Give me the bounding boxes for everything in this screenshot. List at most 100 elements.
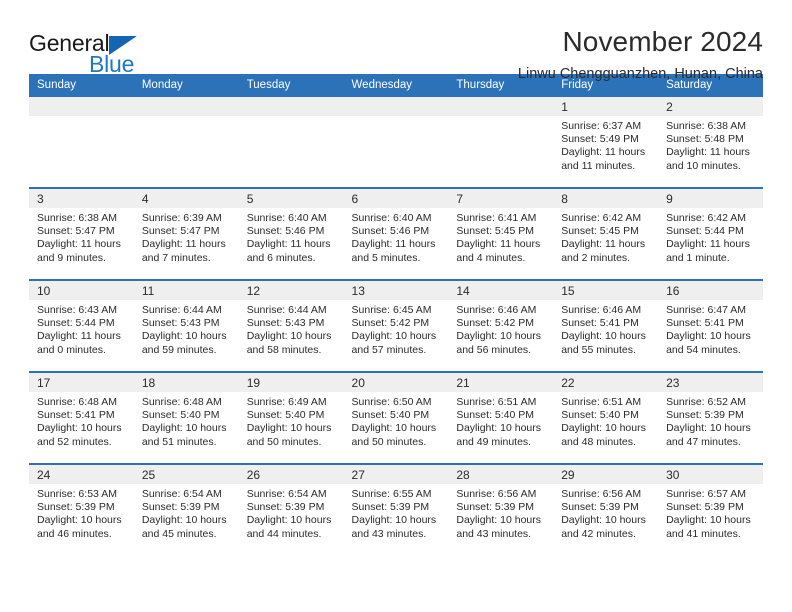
brand-logo[interactable]: General Blue	[29, 26, 179, 78]
day-number: 3	[29, 189, 134, 208]
page-header: General Blue November 2024 Linwu Chenggu…	[29, 0, 763, 83]
sunrise-text: Sunrise: 6:48 AM	[141, 396, 222, 408]
sunrise-text: Sunrise: 6:38 AM	[666, 120, 747, 132]
calendar-day-cell[interactable]: 29 Sunrise: 6:56 AM Sunset: 5:39 PM Dayligh…	[553, 463, 659, 555]
calendar-day-cell[interactable]: 16 Sunrise: 6:47 AM Sunset: 5:41 PM Dayligh…	[658, 279, 763, 372]
sunset-text: Sunset: 5:39 PM	[666, 501, 744, 514]
day-number	[133, 97, 239, 116]
day-number: 29	[553, 465, 659, 484]
day-details: Sunrise: 6:54 AM Sunset: 5:39 PM Daylight:…	[239, 484, 344, 541]
day-number: 16	[658, 281, 763, 300]
daylight-text: Daylight: 11 hours and 5 minutes.	[351, 238, 436, 264]
day-details: Sunrise: 6:45 AM Sunset: 5:42 PM Daylight:…	[344, 300, 449, 357]
calendar-day-cell[interactable]: 22 Sunrise: 6:51 AM Sunset: 5:40 PM Dayligh…	[553, 371, 659, 464]
weekday-header-tuesday: Tuesday	[238, 74, 344, 97]
calendar-day-cell-empty	[238, 97, 344, 188]
day-details: Sunrise: 6:46 AM Sunset: 5:41 PM Daylight:…	[553, 300, 658, 357]
daylight-text: Daylight: 10 hours and 58 minutes.	[246, 330, 332, 356]
day-details: Sunrise: 6:54 AM Sunset: 5:39 PM Daylight:…	[134, 484, 239, 541]
day-details: Sunrise: 6:38 AM Sunset: 5:47 PM Daylight:…	[29, 208, 134, 265]
sunset-text: Sunset: 5:45 PM	[561, 225, 639, 238]
sunrise-text: Sunrise: 6:52 AM	[666, 396, 747, 408]
calendar-day-cell[interactable]: 18 Sunrise: 6:48 AM Sunset: 5:40 PM Dayligh…	[133, 371, 239, 464]
daylight-text: Daylight: 10 hours and 45 minutes.	[141, 514, 227, 540]
calendar-day-cell[interactable]: 25 Sunrise: 6:54 AM Sunset: 5:39 PM Dayligh…	[133, 463, 239, 555]
sunrise-text: Sunrise: 6:46 AM	[456, 304, 537, 316]
calendar-grid: Sunday Monday Tuesday Wednesday Thursday…	[29, 74, 763, 555]
daylight-text: Daylight: 10 hours and 54 minutes.	[666, 330, 751, 356]
daylight-text: Daylight: 11 hours and 0 minutes.	[37, 330, 121, 356]
daylight-text: Daylight: 10 hours and 59 minutes.	[141, 330, 227, 356]
calendar-day-cell-empty	[448, 97, 554, 188]
sunrise-text: Sunrise: 6:53 AM	[37, 488, 117, 500]
calendar-day-cell[interactable]: 12 Sunrise: 6:44 AM Sunset: 5:43 PM Dayligh…	[238, 279, 344, 372]
sunset-text: Sunset: 5:45 PM	[456, 225, 535, 238]
day-number: 4	[133, 189, 239, 208]
calendar-day-cell[interactable]: 19 Sunrise: 6:49 AM Sunset: 5:40 PM Dayligh…	[238, 371, 344, 464]
day-details: Sunrise: 6:44 AM Sunset: 5:43 PM Daylight:…	[134, 300, 239, 357]
day-number: 8	[553, 189, 659, 208]
day-number: 19	[238, 373, 344, 392]
day-number: 5	[238, 189, 344, 208]
daylight-text: Daylight: 10 hours and 50 minutes.	[351, 422, 437, 448]
calendar-day-cell[interactable]: 8 Sunrise: 6:42 AM Sunset: 5:45 PM Daylight…	[553, 187, 659, 280]
day-details: Sunrise: 6:55 AM Sunset: 5:39 PM Daylight:…	[344, 484, 449, 541]
sunset-text: Sunset: 5:39 PM	[456, 501, 535, 514]
calendar-day-cell[interactable]: 20 Sunrise: 6:50 AM Sunset: 5:40 PM Dayligh…	[343, 371, 449, 464]
day-details: Sunrise: 6:38 AM Sunset: 5:48 PM Daylight:…	[658, 116, 763, 173]
sunrise-text: Sunrise: 6:40 AM	[351, 212, 432, 224]
daylight-text: Daylight: 10 hours and 57 minutes.	[351, 330, 437, 356]
sunrise-text: Sunrise: 6:40 AM	[246, 212, 327, 224]
calendar-page: General Blue November 2024 Linwu Chenggu…	[0, 0, 792, 612]
calendar-day-cell[interactable]: 11 Sunrise: 6:44 AM Sunset: 5:43 PM Dayligh…	[133, 279, 239, 372]
sunset-text: Sunset: 5:42 PM	[456, 317, 535, 330]
day-number: 10	[29, 281, 134, 300]
calendar-day-cell[interactable]: 23 Sunrise: 6:52 AM Sunset: 5:39 PM Dayligh…	[658, 371, 763, 464]
day-number: 25	[133, 465, 239, 484]
daylight-text: Daylight: 11 hours and 1 minute.	[666, 238, 750, 264]
day-number: 13	[343, 281, 449, 300]
sunrise-text: Sunrise: 6:44 AM	[246, 304, 327, 316]
sunset-text: Sunset: 5:40 PM	[456, 409, 535, 422]
daylight-text: Daylight: 11 hours and 9 minutes.	[37, 238, 121, 264]
calendar-day-cell[interactable]: 26 Sunrise: 6:54 AM Sunset: 5:39 PM Dayligh…	[238, 463, 344, 555]
sunset-text: Sunset: 5:40 PM	[141, 409, 220, 422]
day-number: 22	[553, 373, 659, 392]
sunset-text: Sunset: 5:40 PM	[351, 409, 430, 422]
calendar-day-cell[interactable]: 27 Sunrise: 6:55 AM Sunset: 5:39 PM Dayligh…	[343, 463, 449, 555]
daylight-text: Daylight: 10 hours and 52 minutes.	[37, 422, 122, 448]
calendar-day-cell[interactable]: 30 Sunrise: 6:57 AM Sunset: 5:39 PM Dayligh…	[658, 463, 763, 555]
calendar-day-cell[interactable]: 13 Sunrise: 6:45 AM Sunset: 5:42 PM Dayligh…	[343, 279, 449, 372]
calendar-day-cell[interactable]: 9 Sunrise: 6:42 AM Sunset: 5:44 PM Daylight…	[658, 187, 763, 280]
day-details: Sunrise: 6:42 AM Sunset: 5:45 PM Daylight:…	[553, 208, 658, 265]
day-details: Sunrise: 6:52 AM Sunset: 5:39 PM Daylight:…	[658, 392, 763, 449]
calendar-day-cell[interactable]: 10 Sunrise: 6:43 AM Sunset: 5:44 PM Dayligh…	[29, 279, 134, 372]
calendar-day-cell[interactable]: 17 Sunrise: 6:48 AM Sunset: 5:41 PM Dayligh…	[29, 371, 134, 464]
sunset-text: Sunset: 5:39 PM	[141, 501, 220, 514]
calendar-day-cell[interactable]: 28 Sunrise: 6:56 AM Sunset: 5:39 PM Dayligh…	[448, 463, 554, 555]
sunrise-text: Sunrise: 6:39 AM	[141, 212, 222, 224]
daylight-text: Daylight: 11 hours and 6 minutes.	[246, 238, 331, 264]
daylight-text: Daylight: 10 hours and 43 minutes.	[351, 514, 437, 540]
calendar-day-cell[interactable]: 21 Sunrise: 6:51 AM Sunset: 5:40 PM Dayligh…	[448, 371, 554, 464]
day-number: 27	[343, 465, 449, 484]
day-number: 15	[553, 281, 659, 300]
calendar-day-cell[interactable]: 6 Sunrise: 6:40 AM Sunset: 5:46 PM Daylight…	[343, 187, 449, 280]
daylight-text: Daylight: 11 hours and 10 minutes.	[666, 146, 750, 172]
calendar-day-cell[interactable]: 2 Sunrise: 6:38 AM Sunset: 5:48 PM Daylight…	[658, 97, 763, 188]
calendar-day-cell[interactable]: 7 Sunrise: 6:41 AM Sunset: 5:45 PM Daylight…	[448, 187, 554, 280]
calendar-day-cell[interactable]: 3 Sunrise: 6:38 AM Sunset: 5:47 PM Daylight…	[29, 187, 134, 280]
daylight-text: Daylight: 10 hours and 55 minutes.	[561, 330, 646, 356]
calendar-day-cell[interactable]: 15 Sunrise: 6:46 AM Sunset: 5:41 PM Dayligh…	[553, 279, 659, 372]
sunset-text: Sunset: 5:44 PM	[37, 317, 115, 330]
day-number: 17	[29, 373, 134, 392]
calendar-day-cell[interactable]: 24 Sunrise: 6:53 AM Sunset: 5:39 PM Dayligh…	[29, 463, 134, 555]
sunrise-text: Sunrise: 6:43 AM	[37, 304, 117, 316]
daylight-text: Daylight: 10 hours and 46 minutes.	[37, 514, 122, 540]
calendar-day-cell[interactable]: 14 Sunrise: 6:46 AM Sunset: 5:42 PM Dayligh…	[448, 279, 554, 372]
sunrise-text: Sunrise: 6:37 AM	[561, 120, 642, 132]
sunset-text: Sunset: 5:39 PM	[561, 501, 639, 514]
calendar-day-cell[interactable]: 4 Sunrise: 6:39 AM Sunset: 5:47 PM Daylight…	[133, 187, 239, 280]
calendar-day-cell[interactable]: 1 Sunrise: 6:37 AM Sunset: 5:49 PM Daylight…	[553, 97, 659, 188]
calendar-day-cell[interactable]: 5 Sunrise: 6:40 AM Sunset: 5:46 PM Daylight…	[238, 187, 344, 280]
